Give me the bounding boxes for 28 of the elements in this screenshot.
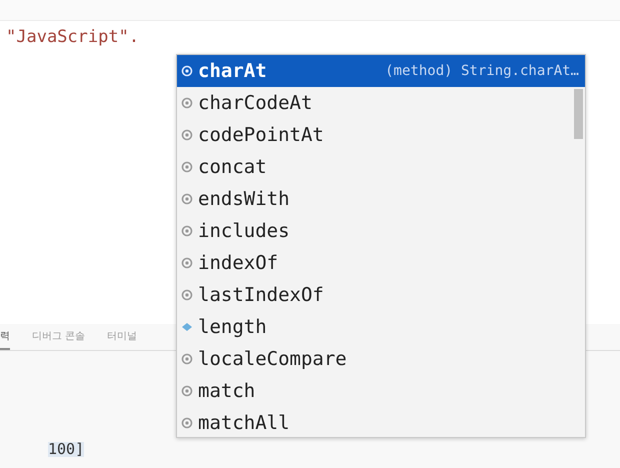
method-icon [181,289,193,301]
suggestion-item[interactable]: matchAll [177,407,573,437]
method-icon [181,65,193,77]
method-icon [181,385,193,397]
method-icon [181,161,193,173]
suggestion-item[interactable]: concat [177,151,573,183]
suggestion-item[interactable]: codePointAt [177,119,573,151]
property-icon [181,321,193,333]
suggestion-item[interactable]: indexOf [177,247,573,279]
suggestion-item[interactable]: charCodeAt [177,87,573,119]
suggestion-item[interactable]: includes [177,215,573,247]
suggestion-item[interactable]: length [177,311,573,343]
suggestion-item[interactable]: localeCompare [177,343,573,375]
suggestion-item[interactable]: endsWith [177,183,573,215]
suggestion-item[interactable]: match [177,375,573,407]
method-icon [181,193,193,205]
code-line: "JavaScript". [6,27,140,47]
method-icon [181,97,193,109]
method-icon [181,257,193,269]
suggestion-detail: (method) String.charAt… [385,63,579,79]
scrollbar-thumb[interactable] [574,89,583,139]
method-icon [181,225,193,237]
method-icon [181,129,193,141]
panel-tab[interactable]: 력 [0,329,10,350]
suggestion-item[interactable]: lastIndexOf [177,279,573,311]
suggestion-item[interactable]: charAt (method) String.charAt… [177,55,585,87]
method-icon [181,417,193,429]
method-icon [181,353,193,365]
